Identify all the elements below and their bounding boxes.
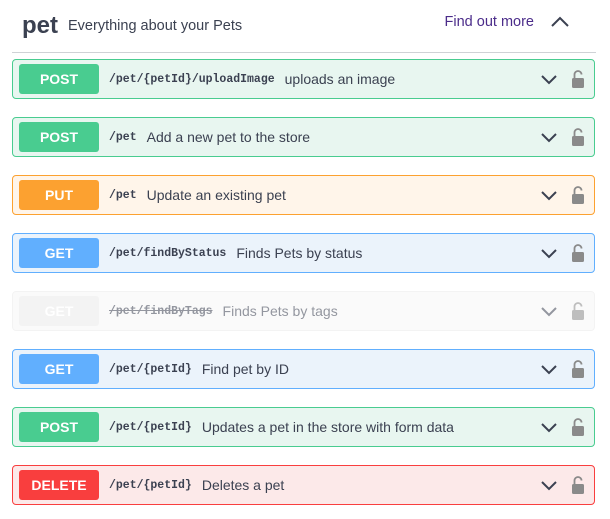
chevron-down-icon[interactable] xyxy=(540,187,558,205)
operation-summary: Updates a pet in the store with form dat… xyxy=(201,419,454,435)
lock-icon[interactable] xyxy=(570,69,586,89)
operation-post-1[interactable]: POST /pet Add a new pet to the store xyxy=(12,117,595,157)
lock-icon[interactable] xyxy=(570,185,586,205)
chevron-down-icon[interactable] xyxy=(540,129,558,147)
operation-path: /pet/{petId} xyxy=(109,362,192,376)
operation-summary: Finds Pets by tags xyxy=(222,303,338,319)
chevron-down-icon[interactable] xyxy=(540,245,558,263)
tag-name[interactable]: pet xyxy=(22,12,58,40)
operation-get-4[interactable]: GET /pet/findByTags Finds Pets by tags xyxy=(12,291,595,331)
operation-path: /pet/{petId}/uploadImage xyxy=(109,72,275,86)
operation-summary: Add a new pet to the store xyxy=(146,129,311,145)
operation-post-6[interactable]: POST /pet/{petId} Updates a pet in the s… xyxy=(12,407,595,447)
operation-path: /pet/findByTags xyxy=(109,304,213,318)
tag-description: Everything about your Pets xyxy=(68,18,243,34)
chevron-down-icon[interactable] xyxy=(540,361,558,379)
operation-path: /pet xyxy=(109,130,137,144)
operation-summary: Update an existing pet xyxy=(146,187,286,203)
operation-get-3[interactable]: GET /pet/findByStatus Finds Pets by stat… xyxy=(12,233,595,273)
method-badge: POST xyxy=(19,412,99,442)
operation-post-0[interactable]: POST /pet/{petId}/uploadImage uploads an… xyxy=(12,59,595,99)
lock-icon[interactable] xyxy=(570,359,586,379)
method-badge: GET xyxy=(19,354,99,384)
operation-path: /pet xyxy=(109,188,137,202)
lock-icon[interactable] xyxy=(570,243,586,263)
chevron-down-icon[interactable] xyxy=(540,303,558,321)
tag-header[interactable]: pet Everything about your Pets Find out … xyxy=(12,0,596,53)
operation-summary: Deletes a pet xyxy=(201,477,285,493)
lock-icon[interactable] xyxy=(570,127,586,147)
chevron-down-icon[interactable] xyxy=(540,419,558,437)
chevron-down-icon[interactable] xyxy=(540,71,558,89)
method-badge: GET xyxy=(19,238,99,268)
operation-summary: Finds Pets by status xyxy=(236,245,363,261)
operation-path: /pet/findByStatus xyxy=(109,246,227,260)
operation-path: /pet/{petId} xyxy=(109,478,192,492)
lock-icon[interactable] xyxy=(570,301,586,321)
operation-path: /pet/{petId} xyxy=(109,420,192,434)
lock-icon[interactable] xyxy=(570,417,586,437)
operation-put-2[interactable]: PUT /pet Update an existing pet xyxy=(12,175,595,215)
lock-icon[interactable] xyxy=(570,475,586,495)
operation-get-5[interactable]: GET /pet/{petId} Find pet by ID xyxy=(12,349,595,389)
method-badge: DELETE xyxy=(19,470,99,500)
method-badge: GET xyxy=(19,296,99,326)
method-badge: POST xyxy=(19,64,99,94)
chevron-down-icon[interactable] xyxy=(540,477,558,495)
operation-delete-7[interactable]: DELETE /pet/{petId} Deletes a pet xyxy=(12,465,595,505)
chevron-up-icon[interactable] xyxy=(548,9,572,33)
operation-summary: uploads an image xyxy=(284,71,396,87)
operation-summary: Find pet by ID xyxy=(201,361,289,377)
find-out-more-link[interactable]: Find out more xyxy=(445,14,534,30)
method-badge: POST xyxy=(19,122,99,152)
method-badge: PUT xyxy=(19,180,99,210)
